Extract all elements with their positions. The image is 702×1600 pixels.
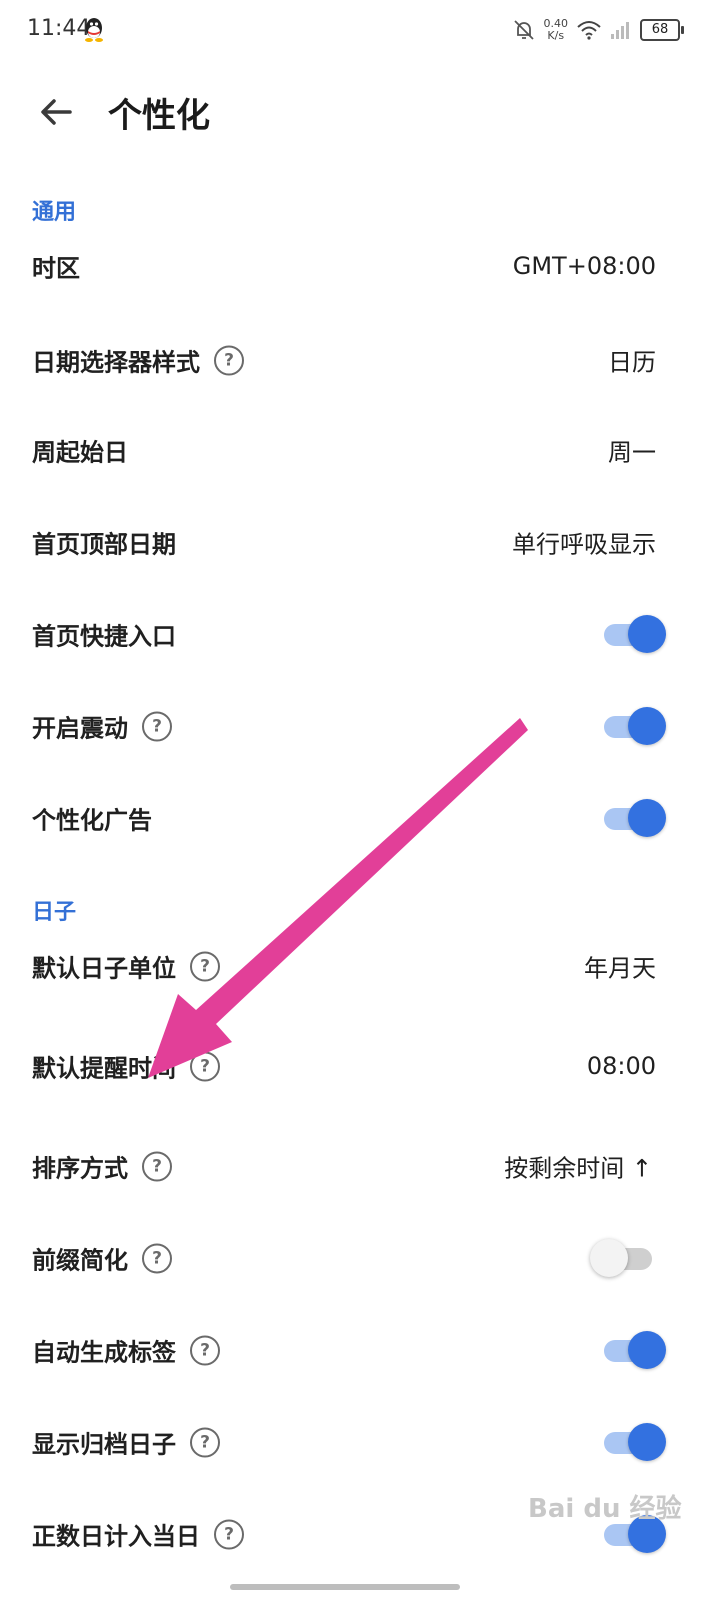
help-icon[interactable]: ? (142, 1151, 172, 1181)
help-icon[interactable]: ? (214, 345, 244, 375)
setting-label: 显示归档日子 (32, 1430, 176, 1459)
setting-row-date-picker-style[interactable]: 日期选择器样式? 日历 (0, 320, 702, 400)
setting-label: 日期选择器样式 (32, 348, 200, 377)
setting-label: 开启震动 (32, 714, 128, 743)
home-indicator[interactable] (230, 1584, 460, 1590)
setting-label: 时区 (32, 254, 80, 283)
help-icon[interactable]: ? (190, 1427, 220, 1457)
setting-row-default-unit[interactable]: 默认日子单位? 年月天 (0, 926, 702, 1006)
setting-value: 年月天 (584, 954, 656, 983)
page-title: 个性化 (108, 96, 210, 136)
setting-value: 按剩余时间 ↑ (504, 1154, 652, 1183)
help-icon[interactable]: ? (190, 1335, 220, 1365)
qq-icon (85, 18, 103, 42)
setting-label: 首页快捷入口 (32, 622, 176, 651)
show-archived-toggle[interactable] (604, 1422, 666, 1462)
setting-label: 默认日子单位 (32, 954, 176, 983)
setting-value: 08:00 (586, 1052, 656, 1080)
status-time: 11:44 (27, 16, 91, 41)
signal-icon (611, 22, 629, 39)
setting-row-vibration: 开启震动? (0, 686, 702, 766)
setting-row-week-start[interactable]: 周起始日 周一 (0, 410, 702, 490)
auto-tags-toggle[interactable] (604, 1330, 666, 1370)
home-shortcut-toggle[interactable] (604, 614, 666, 654)
setting-label: 默认提醒时间 (32, 1054, 176, 1083)
prefix-simplify-toggle[interactable] (590, 1238, 652, 1278)
setting-row-show-archived: 显示归档日子? (0, 1402, 702, 1482)
section-general-header: 通用 (32, 200, 77, 225)
setting-value: 周一 (608, 438, 656, 467)
setting-label: 首页顶部日期 (32, 530, 176, 559)
net-speed: 0.40 K/s (543, 17, 569, 42)
app-header: 个性化 (0, 70, 702, 156)
setting-label: 排序方式 (32, 1154, 128, 1183)
setting-label: 前缀简化 (32, 1246, 128, 1275)
personal-ads-toggle[interactable] (604, 798, 666, 838)
setting-value: 日历 (608, 348, 656, 377)
help-icon[interactable]: ? (190, 951, 220, 981)
bell-off-icon (513, 20, 534, 40)
setting-value: 单行呼吸显示 (512, 530, 656, 559)
setting-value: GMT+08:00 (512, 252, 656, 280)
setting-row-sort-method[interactable]: 排序方式? 按剩余时间 ↑ (0, 1126, 702, 1206)
help-icon[interactable]: ? (142, 1243, 172, 1273)
setting-row-personal-ads: 个性化广告 (0, 778, 702, 858)
help-icon[interactable]: ? (214, 1519, 244, 1549)
watermark: Bai du 经验 (528, 1494, 682, 1524)
status-bar: 11:44 0.40 K/s 68 (0, 0, 702, 64)
setting-label: 正数日计入当日 (32, 1522, 200, 1551)
battery-icon: 68 (640, 19, 684, 41)
help-icon[interactable]: ? (190, 1051, 220, 1081)
arrow-left-icon[interactable] (36, 92, 76, 132)
setting-row-default-reminder[interactable]: 默认提醒时间? 08:00 (0, 1026, 702, 1106)
setting-row-timezone[interactable]: 时区 GMT+08:00 (0, 226, 702, 306)
setting-label: 个性化广告 (32, 806, 152, 835)
wifi-icon (577, 21, 601, 40)
help-icon[interactable]: ? (142, 711, 172, 741)
vibration-toggle[interactable] (604, 706, 666, 746)
setting-row-home-shortcut: 首页快捷入口 (0, 594, 702, 674)
setting-label: 自动生成标签 (32, 1338, 176, 1367)
setting-label: 周起始日 (32, 438, 128, 467)
section-days-header: 日子 (32, 900, 77, 925)
setting-row-prefix-simplify: 前缀简化? (0, 1218, 702, 1298)
setting-row-auto-tags: 自动生成标签? (0, 1310, 702, 1390)
setting-row-home-top-date[interactable]: 首页顶部日期 单行呼吸显示 (0, 502, 702, 582)
